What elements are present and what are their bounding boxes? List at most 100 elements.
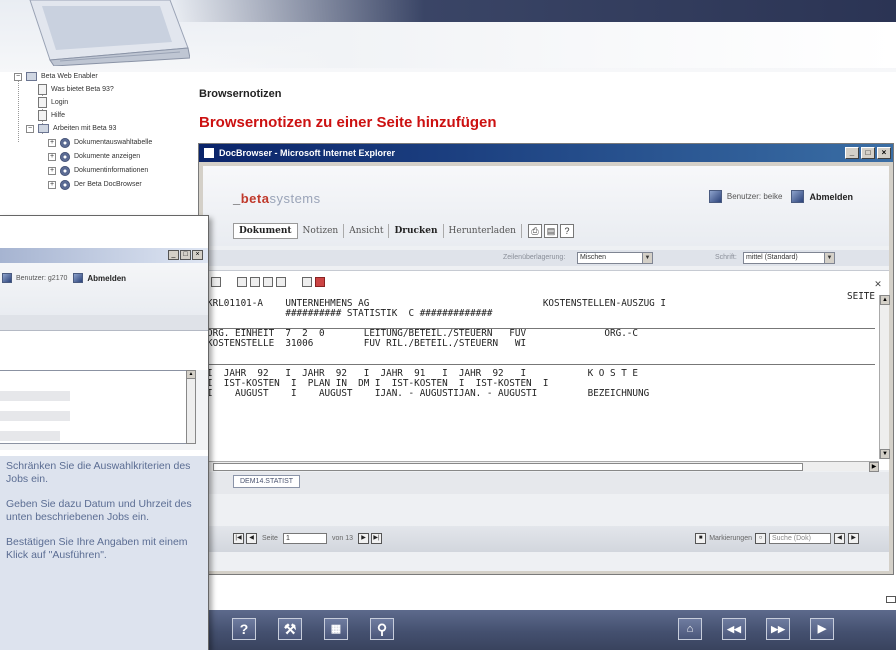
tree-item-hilfe[interactable]: Hilfe <box>38 109 65 122</box>
tree-expand-toggle[interactable]: + <box>48 152 56 161</box>
download-icon[interactable]: ▤ <box>543 224 558 238</box>
tree-item-docbrowser[interactable]: + Der Beta DocBrowser <box>48 178 142 191</box>
tab-dem14-statist[interactable]: DEM14.STATIST <box>233 475 301 488</box>
search-input[interactable]: Suche (Dok) <box>769 533 831 544</box>
gear-icon <box>60 165 70 176</box>
help-icon[interactable]: ? <box>559 224 574 238</box>
overlay-scrollbar[interactable]: ▲ <box>186 370 196 444</box>
tree-item-label: Beta Web Enabler <box>41 73 98 80</box>
search-prev-icon[interactable]: ◀ <box>834 533 845 544</box>
overlay-list: ▲ <box>0 370 208 450</box>
zeilen-label: Zeilenüberlagerung: <box>503 254 566 261</box>
tree-item-label: Hilfe <box>51 112 66 119</box>
tree-expand-toggle[interactable]: + <box>48 166 56 175</box>
chevron-down-icon: ▼ <box>824 253 834 263</box>
minimize-button[interactable]: _ <box>845 147 859 159</box>
overlay-titlebar[interactable]: _ □ × <box>0 248 208 263</box>
tree-item-beta-web-enabler[interactable]: − Beta Web Enabler <box>14 70 98 83</box>
report-line: ########## STATISTIK C ############# <box>207 308 493 319</box>
tree-item-login[interactable]: Login <box>38 96 68 109</box>
forward-button[interactable]: ▶▶ <box>766 618 790 640</box>
user-icon <box>2 273 12 283</box>
overlay-user-label: Benutzer: g2170 <box>16 274 68 282</box>
close-button[interactable]: × <box>877 147 891 159</box>
page-number-input[interactable]: 1 <box>282 533 327 544</box>
overlay-logout-link[interactable]: Abmelden <box>87 274 126 283</box>
scroll-up-icon[interactable]: ▲ <box>880 295 890 305</box>
logout-link[interactable]: Abmelden <box>809 192 853 202</box>
wrench-icon[interactable]: ⚒ <box>278 618 302 640</box>
tree-item-label: Dokumentinformationen <box>74 167 149 174</box>
list-row[interactable] <box>0 391 70 401</box>
list-row[interactable] <box>0 411 70 421</box>
list-row[interactable] <box>0 431 60 441</box>
close-button[interactable]: × <box>192 250 203 260</box>
home-icon[interactable]: ⌂ <box>678 618 702 640</box>
user-icon <box>708 190 722 203</box>
tree-item-dokumentinformationen[interactable]: + Dokumentinformationen <box>48 164 148 177</box>
maximize-button[interactable]: □ <box>180 250 191 260</box>
scroll-up-icon[interactable]: ▲ <box>187 371 195 379</box>
document-icon <box>38 84 47 95</box>
zeilen-value: Mischen <box>580 254 607 261</box>
tree-expand-toggle[interactable]: + <box>48 180 56 189</box>
page-navigator: |◀ ◀ Seite 1 von 13 ▶ ▶| ■ Markierungen … <box>203 526 889 552</box>
toolbar-icon-2[interactable] <box>237 277 247 287</box>
section-title: Browsernotizen <box>199 88 282 100</box>
tree-item-arbeiten[interactable]: − Arbeiten mit Beta 93 <box>26 122 116 135</box>
last-page-icon[interactable]: ▶| <box>371 533 382 544</box>
back-button[interactable]: ◀◀ <box>722 618 746 640</box>
menu-drucken[interactable]: Drucken <box>389 224 444 238</box>
menu-ansicht[interactable]: Ansicht <box>344 224 390 238</box>
report-line: KOSTENSTELLE 31006 FUV RIL./BETEIL./STEU… <box>207 338 527 349</box>
tree-item-dokumentauswahl[interactable]: + Dokumentauswahltabelle <box>48 136 152 149</box>
toolbar-icon-3[interactable] <box>250 277 260 287</box>
small-window-icon <box>886 596 896 603</box>
play-button[interactable]: ▶ <box>810 618 834 640</box>
tree-item-dokumente-anzeigen[interactable]: + Dokumente anzeigen <box>48 150 140 163</box>
toolbar-icon-7[interactable] <box>315 277 325 287</box>
markierungen-label[interactable]: Markierungen <box>709 535 752 542</box>
menu-notizen[interactable]: Notizen <box>298 224 345 238</box>
search-next-icon[interactable]: ▶ <box>848 533 859 544</box>
tree-item-was-bietet[interactable]: Was bietet Beta 93? <box>38 83 114 96</box>
scroll-thumb[interactable] <box>213 463 803 471</box>
page-total-label: von 13 <box>331 535 353 542</box>
calculator-icon[interactable]: ▦ <box>324 618 348 640</box>
tree-expand-toggle[interactable]: + <box>48 138 56 147</box>
toolbar-icon-5[interactable] <box>276 277 286 287</box>
toolbar-icon-4[interactable] <box>263 277 273 287</box>
document-tabs: DEM14.STATIST <box>203 472 889 494</box>
menu-herunterladen[interactable]: Herunterladen <box>444 224 522 238</box>
menu-dokument[interactable]: Dokument <box>233 223 298 239</box>
horizontal-scrollbar[interactable]: ▶ <box>203 461 879 472</box>
schrift-select[interactable]: mittel (Standard) ▼ <box>743 252 835 264</box>
window-titlebar[interactable]: DocBrowser - Microsoft Internet Explorer… <box>199 144 893 162</box>
help-button[interactable]: ? <box>232 618 256 640</box>
print-icon[interactable]: ⎙ <box>527 224 542 238</box>
maximize-button[interactable]: □ <box>861 147 875 159</box>
tree-collapse-toggle[interactable]: − <box>26 124 34 133</box>
toolbar-icon-1[interactable] <box>211 277 221 287</box>
overlay-user-area: Benutzer: g2170 Abmelden <box>2 273 126 283</box>
markierungen-icon[interactable]: ■ <box>695 533 707 544</box>
close-icon[interactable]: ✕ <box>873 279 883 289</box>
next-page-icon[interactable]: ▶ <box>358 533 369 544</box>
docbrowser-window: DocBrowser - Microsoft Internet Explorer… <box>198 143 894 575</box>
logout-icon[interactable] <box>791 190 805 203</box>
search-icon[interactable]: ○ <box>755 533 766 544</box>
schrift-label: Schrift: <box>715 254 737 261</box>
minimize-button[interactable]: _ <box>168 250 179 260</box>
magnifier-icon[interactable]: ⚲ <box>370 618 394 640</box>
vertical-scrollbar[interactable]: ▲ ▼ <box>879 295 890 459</box>
scroll-down-icon[interactable]: ▼ <box>880 449 890 459</box>
logout-icon[interactable] <box>73 273 84 283</box>
toolbar-icon-6[interactable] <box>302 277 312 287</box>
top-banner <box>0 0 896 72</box>
prev-page-icon[interactable]: ◀ <box>246 533 257 544</box>
zeilen-select[interactable]: Mischen ▼ <box>577 252 653 264</box>
scroll-right-icon[interactable]: ▶ <box>869 462 879 472</box>
first-page-icon[interactable]: |◀ <box>233 533 244 544</box>
help-panel: Schränken Sie die Auswahlkriterien des J… <box>0 456 208 650</box>
tree-collapse-toggle[interactable]: − <box>14 72 22 81</box>
